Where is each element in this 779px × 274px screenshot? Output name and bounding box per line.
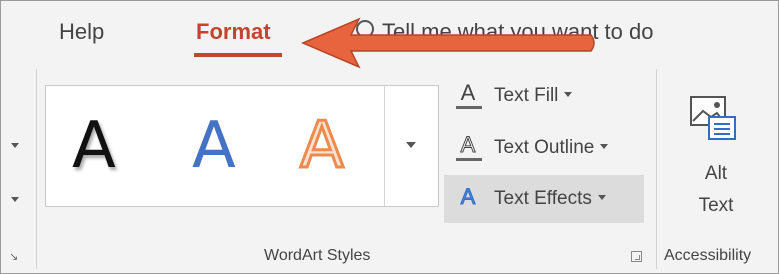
- text-outline-color-bar: [456, 158, 482, 161]
- gallery-more-chevron-icon[interactable]: [406, 142, 416, 148]
- alt-text-icon: [690, 96, 736, 140]
- wordart-styles-group-label: WordArt Styles: [264, 247, 371, 264]
- chevron-down-icon[interactable]: [600, 144, 609, 149]
- active-tab-indicator: [194, 53, 282, 57]
- ribbon-body: ↘ A A A A Text Fill A Text Outline A Tex…: [1, 65, 778, 273]
- tab-format[interactable]: Format: [196, 19, 271, 45]
- wordart-style-orange[interactable]: A: [299, 113, 346, 180]
- text-effects-label: Text Effects: [494, 188, 592, 209]
- dialog-launcher-icon[interactable]: [631, 251, 642, 262]
- gallery-divider: [384, 86, 385, 206]
- text-outline-button[interactable]: A Text Outline: [444, 127, 644, 171]
- alt-text-label-line2: Text: [698, 195, 734, 216]
- accessibility-group-label: Accessibility: [664, 247, 752, 264]
- alt-text-label-line1: Alt: [704, 163, 728, 184]
- text-outline-label: Text Outline: [494, 137, 595, 158]
- text-effects-button[interactable]: A Text Effects: [444, 175, 644, 223]
- text-fill-label: Text Fill: [494, 85, 559, 106]
- alt-text-button[interactable]: Alt Text: [671, 85, 771, 235]
- text-fill-button[interactable]: A Text Fill: [444, 75, 644, 119]
- wordart-style-blue[interactable]: A: [192, 114, 236, 178]
- wordart-style-black[interactable]: A: [72, 114, 116, 178]
- chevron-down-icon[interactable]: [597, 195, 606, 200]
- group-separator: [36, 69, 37, 269]
- text-fill-icon: A: [460, 80, 476, 105]
- text-effects-icon: A: [460, 184, 476, 209]
- ribbon-window: Help Format Tell me what you want to do …: [0, 0, 779, 274]
- annotation-arrow: [301, 17, 595, 69]
- text-outline-icon: A: [460, 132, 476, 157]
- chevron-down-icon[interactable]: [11, 143, 19, 148]
- text-fill-color-bar: [456, 106, 482, 109]
- wordart-gallery[interactable]: A A A: [45, 85, 439, 207]
- chevron-down-icon[interactable]: [564, 92, 573, 97]
- dialog-launcher-icon[interactable]: ↘: [9, 250, 18, 263]
- chevron-down-icon[interactable]: [11, 197, 19, 202]
- group-separator: [656, 69, 657, 269]
- tab-help[interactable]: Help: [59, 19, 104, 45]
